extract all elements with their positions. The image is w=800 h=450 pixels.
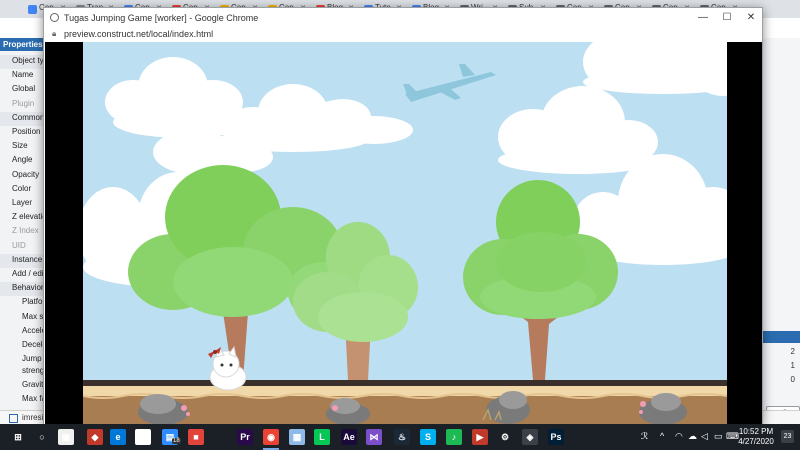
onedrive-icon[interactable]: ☁ bbox=[135, 429, 151, 445]
properties-section[interactable]: Common bbox=[0, 111, 44, 126]
gaming-icon[interactable]: ◆ bbox=[87, 429, 103, 445]
game-viewport[interactable] bbox=[45, 42, 762, 425]
right-pane: 2 1 0 all bbox=[762, 38, 800, 422]
minimize-button[interactable]: — bbox=[692, 10, 714, 26]
bottom-strip-text: imresi bbox=[22, 413, 44, 422]
store-icon[interactable]: ▣ bbox=[58, 429, 74, 445]
screen-recorder-icon[interactable]: ■ bbox=[188, 429, 204, 445]
property-row[interactable]: UID bbox=[0, 240, 44, 254]
media-player-icon[interactable]: ▶ bbox=[472, 429, 488, 445]
url-bar[interactable]: 🔒︎ preview.construct.net/local/index.htm… bbox=[44, 28, 762, 42]
file-icon bbox=[9, 414, 18, 423]
chrome-icon[interactable]: ◉ bbox=[263, 429, 279, 445]
property-row[interactable]: Position bbox=[0, 126, 44, 140]
property-row[interactable]: Plugin bbox=[0, 98, 44, 112]
steam-icon[interactable]: ♨ bbox=[394, 429, 410, 445]
property-row[interactable]: Name bbox=[0, 69, 44, 83]
clock-date[interactable]: 4/27/2020 bbox=[736, 437, 776, 446]
properties-section[interactable]: Instance variables bbox=[0, 253, 44, 268]
edge-icon[interactable]: e bbox=[110, 429, 126, 445]
maximize-button[interactable]: ☐ bbox=[716, 10, 738, 26]
property-row[interactable]: Color bbox=[0, 183, 44, 197]
property-row[interactable]: Max speed bbox=[0, 311, 44, 325]
properties-header: Properties bbox=[0, 38, 44, 51]
cloud bbox=[583, 42, 727, 96]
property-row[interactable]: Layer bbox=[0, 197, 44, 211]
visual-studio-icon[interactable]: ⋈ bbox=[366, 429, 382, 445]
files-icon[interactable]: ▦ bbox=[289, 429, 305, 445]
app-badge: 18 bbox=[172, 438, 181, 444]
cloud-icon[interactable]: ☁ bbox=[688, 431, 697, 442]
chevron-up-icon[interactable]: ^ bbox=[660, 431, 664, 441]
spotify-icon[interactable]: ♪ bbox=[446, 429, 462, 445]
line-icon[interactable]: L bbox=[314, 429, 330, 445]
person-icon[interactable]: ℛ bbox=[641, 431, 648, 442]
url-text[interactable]: preview.construct.net/local/index.html bbox=[64, 29, 213, 39]
property-row[interactable]: Max fall speed bbox=[0, 393, 44, 407]
properties-panel: Properties Object typeNameGlobalPluginCo… bbox=[0, 38, 45, 410]
after-effects-icon[interactable]: Ae bbox=[341, 429, 357, 445]
property-row[interactable]: Z Index bbox=[0, 225, 44, 239]
battery-icon[interactable]: ▭ bbox=[714, 431, 723, 442]
keyboard-icon[interactable]: ⌨ bbox=[726, 431, 739, 442]
properties-section[interactable]: Object type bbox=[0, 55, 44, 70]
property-row[interactable]: Platform bbox=[0, 296, 44, 310]
property-row[interactable]: Jump strength bbox=[0, 353, 44, 379]
game-scene bbox=[83, 42, 727, 425]
game-canvas[interactable] bbox=[83, 42, 727, 425]
property-row[interactable]: Size bbox=[0, 140, 44, 154]
properties-section[interactable]: Behaviors bbox=[0, 282, 44, 297]
close-button[interactable]: ✕ bbox=[740, 10, 762, 26]
right-pane-number: 2 bbox=[790, 347, 795, 356]
property-row[interactable]: Z elevation bbox=[0, 211, 44, 225]
property-row[interactable]: Deceleration bbox=[0, 339, 44, 353]
chrome-preview-window[interactable]: Tugas Jumping Game [worker] - Google Chr… bbox=[43, 7, 763, 425]
property-row[interactable]: Add / edit bbox=[0, 268, 44, 282]
property-row[interactable]: Acceleration bbox=[0, 325, 44, 339]
right-pane-number: 1 bbox=[790, 361, 795, 370]
search-icon[interactable]: ○ bbox=[34, 429, 50, 445]
property-row[interactable]: Gravity bbox=[0, 379, 44, 393]
window-title: Tugas Jumping Game [worker] - Google Chr… bbox=[64, 13, 259, 23]
property-row[interactable]: Opacity bbox=[0, 169, 44, 183]
notification-badge[interactable]: 23 bbox=[781, 430, 794, 443]
tab-favicon-icon bbox=[28, 5, 37, 14]
wifi-icon[interactable]: ◠ bbox=[675, 431, 683, 442]
window-titlebar[interactable]: Tugas Jumping Game [worker] - Google Chr… bbox=[44, 8, 762, 28]
windows-taskbar: 10:52 PM 4/27/2020 23 ℛ ^ ◠ ☁ ◁ ▭ ⌨ ⊞ ○ ▣ ◆… bbox=[0, 424, 800, 450]
property-row[interactable]: Angle bbox=[0, 154, 44, 168]
premiere-icon[interactable]: Pr bbox=[237, 429, 253, 445]
volume-icon[interactable]: ◁ bbox=[701, 431, 708, 442]
property-row[interactable]: Global bbox=[0, 83, 44, 97]
right-pane-number: 0 bbox=[790, 375, 795, 384]
globe-icon bbox=[50, 13, 59, 22]
clock-time[interactable]: 10:52 PM bbox=[736, 427, 776, 436]
windows-start-icon[interactable]: ⊞ bbox=[10, 429, 26, 445]
right-pane-selected-bar bbox=[762, 331, 800, 343]
unknown-app-icon[interactable]: ◈ bbox=[522, 429, 538, 445]
photoshop-icon[interactable]: Ps bbox=[548, 429, 564, 445]
skype-icon[interactable]: S bbox=[420, 429, 436, 445]
settings-icon[interactable]: ⚙ bbox=[497, 429, 513, 445]
lock-icon: 🔒︎ bbox=[52, 29, 57, 38]
